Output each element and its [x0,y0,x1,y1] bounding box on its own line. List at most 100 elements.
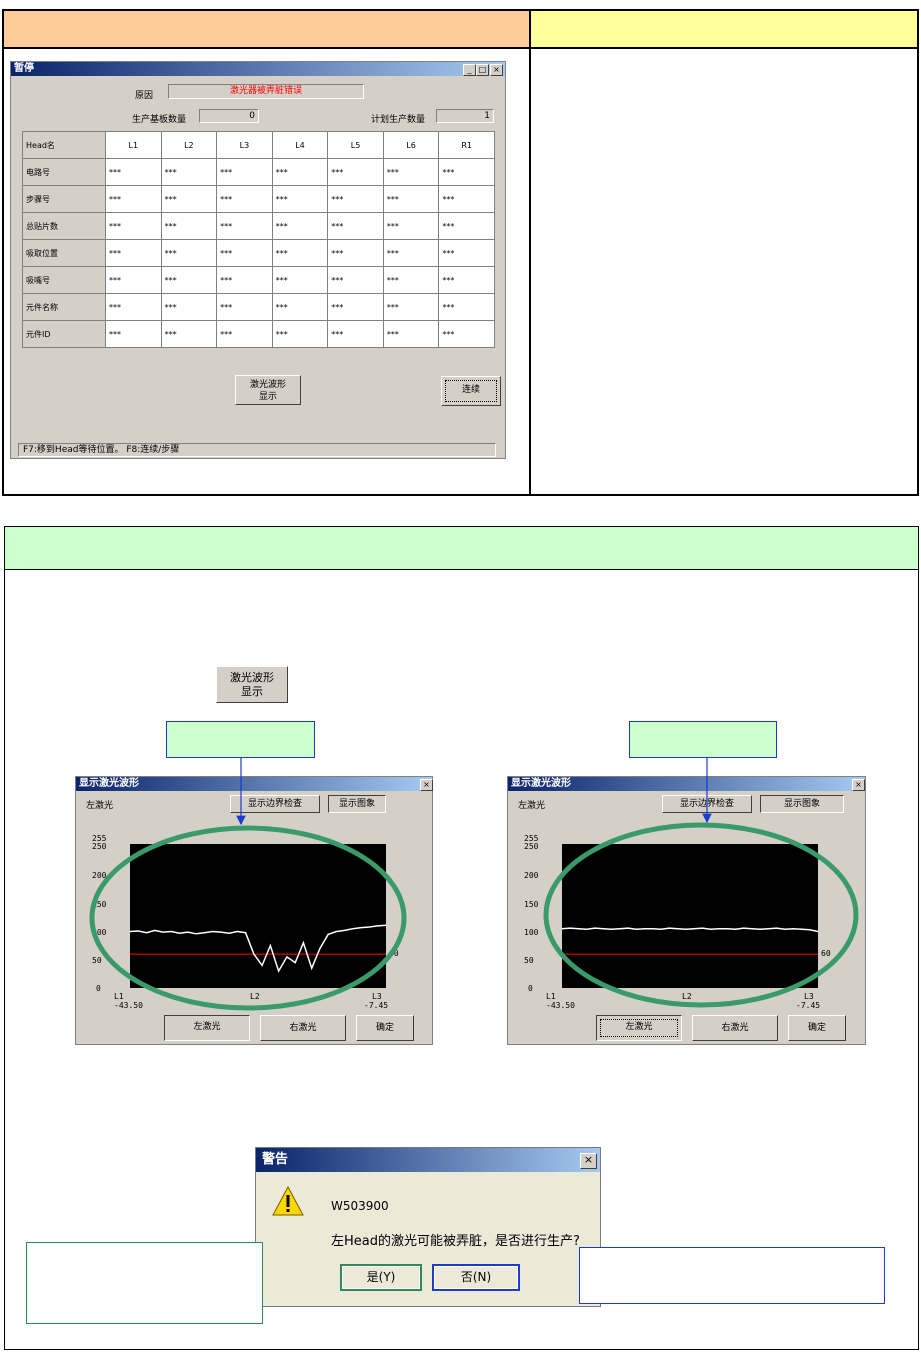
table-cell: *** [327,293,384,321]
x-label-l3: L3 [804,992,814,1001]
threshold-label: 60 [821,949,831,958]
pause-dialog-titlebar: 暂停 [11,62,505,76]
chart-plot-area [562,844,818,988]
right-laser-button[interactable]: 右激光 [260,1015,346,1041]
table-cell: *** [105,239,162,267]
yes-button[interactable]: 是(Y) [340,1264,422,1291]
left-laser-label: 左激光 [193,1022,221,1032]
table-cell: *** [105,266,162,294]
table-cell: *** [160,239,218,267]
no-button[interactable]: 否(N) [432,1264,520,1291]
warning-message: 左Head的激光可能被弄脏，是否进行生产? [331,1234,580,1249]
x-label-l2: L2 [682,992,692,1001]
close-icon[interactable]: × [580,1153,597,1169]
table-header-cell: R1 [438,131,495,159]
laser-btn-line2: 显示 [258,392,277,402]
laser-waveform-button-sample[interactable]: 激光波形 显示 [216,666,288,703]
waveform-left-title: 显示激光波形 [79,778,139,789]
row-label: 吸取位置 [22,239,106,267]
boundary-check-button[interactable]: 显示边界检查 [662,795,752,813]
reason-label: 原因 [135,91,154,101]
y-tick-250: 250 [524,842,539,851]
ok-button[interactable]: 确定 [356,1015,414,1041]
continue-label: 连续 [461,385,480,395]
table-header-cell: L4 [271,131,329,159]
table-header-cell: Head名 [22,131,106,159]
close-icon[interactable]: × [852,779,865,791]
callout-box-no [579,1247,885,1304]
table-cell: *** [216,158,273,186]
minimize-icon[interactable]: _ [463,64,476,76]
show-image-button[interactable]: 显示图象 [760,795,844,813]
row-label: 步骤号 [22,185,106,213]
row-label: 电路号 [22,158,106,186]
table-cell: *** [438,239,495,267]
threshold-label: 60 [389,949,399,958]
table-cell: *** [382,293,440,321]
show-image-label: 显示图象 [783,799,820,809]
y-tick-labels: 255 250 200 150 100 50 0 [92,834,107,993]
show-image-button[interactable]: 显示图象 [328,795,386,813]
y-tick-0: 0 [96,984,101,993]
table-cell: *** [327,212,384,240]
x-label-l1: L1 [546,992,556,1001]
x-label-l3-value: -7.45 [796,1001,820,1010]
table-cell: *** [216,185,273,213]
table-cell: *** [382,158,440,186]
warning-icon [272,1186,304,1216]
table-cell: *** [271,266,329,294]
table-cell: *** [382,212,440,240]
y-tick-200: 200 [524,871,539,880]
table-cell: *** [160,158,218,186]
table-cell: *** [271,320,329,348]
warning-code: W503900 [331,1199,389,1213]
y-tick-100: 100 [92,928,107,937]
table-cell: *** [216,320,273,348]
laser-waveform-button[interactable]: 激光波形 显示 [235,375,301,405]
left-laser-button[interactable]: 左激光 [596,1015,682,1041]
table-cell: *** [160,266,218,294]
y-tick-250: 250 [92,842,107,851]
table-cell: *** [105,158,162,186]
warning-title: 警告 [262,1152,289,1167]
table-cell: *** [327,239,384,267]
boundary-check-button[interactable]: 显示边界检查 [230,795,320,813]
waveform-chart-right: 255 250 200 150 100 50 0 60 L1 -43.50 L2… [524,834,831,1010]
table-cell: *** [105,320,162,348]
right-laser-button[interactable]: 右激光 [692,1015,778,1041]
left-laser-button[interactable]: 左激光 [164,1015,250,1041]
head-info-table: Head名 L1 L2 L3 L4 L5 L6 R1 电路号 *** *** *… [22,131,495,348]
x-label-l3-value: -7.45 [364,1001,388,1010]
row-label: 吸嘴号 [22,266,106,294]
x-label-l1-value: -43.50 [114,1001,143,1010]
laser-btn-line1: 激光波形 [249,380,286,390]
ok-button[interactable]: 确定 [788,1015,846,1041]
left-laser-label: 左激光 [625,1022,653,1032]
boundary-check-label: 显示边界检查 [247,799,302,809]
close-icon[interactable]: × [420,779,433,791]
table-cell: *** [216,293,273,321]
reason-field: 激光器被弄脏错误 [168,84,364,99]
maximize-icon[interactable]: □ [476,64,489,76]
table-header-cell: L2 [160,131,218,159]
table-cell: *** [216,266,273,294]
y-tick-150: 150 [92,900,107,909]
planned-label: 计划生产数量 [371,115,426,125]
table-row: 总贴片数 *** *** *** *** *** *** *** [22,212,495,240]
table-cell: *** [271,212,329,240]
produced-field: 0 [199,109,259,123]
table-cell: *** [160,320,218,348]
warning-titlebar: 警告 [256,1148,600,1172]
table-cell: *** [327,185,384,213]
close-icon[interactable]: × [490,64,503,76]
pause-dialog-title: 暂停 [14,63,34,74]
no-label: 否(N) [460,1270,492,1284]
continue-button[interactable]: 连续 [441,376,501,406]
ok-label: 确定 [807,1023,826,1033]
table-cell: *** [382,185,440,213]
bottom-header [4,526,919,570]
boundary-check-label: 显示边界检查 [679,799,734,809]
table-cell: *** [160,212,218,240]
table-cell: *** [105,293,162,321]
table-cell: *** [327,158,384,186]
